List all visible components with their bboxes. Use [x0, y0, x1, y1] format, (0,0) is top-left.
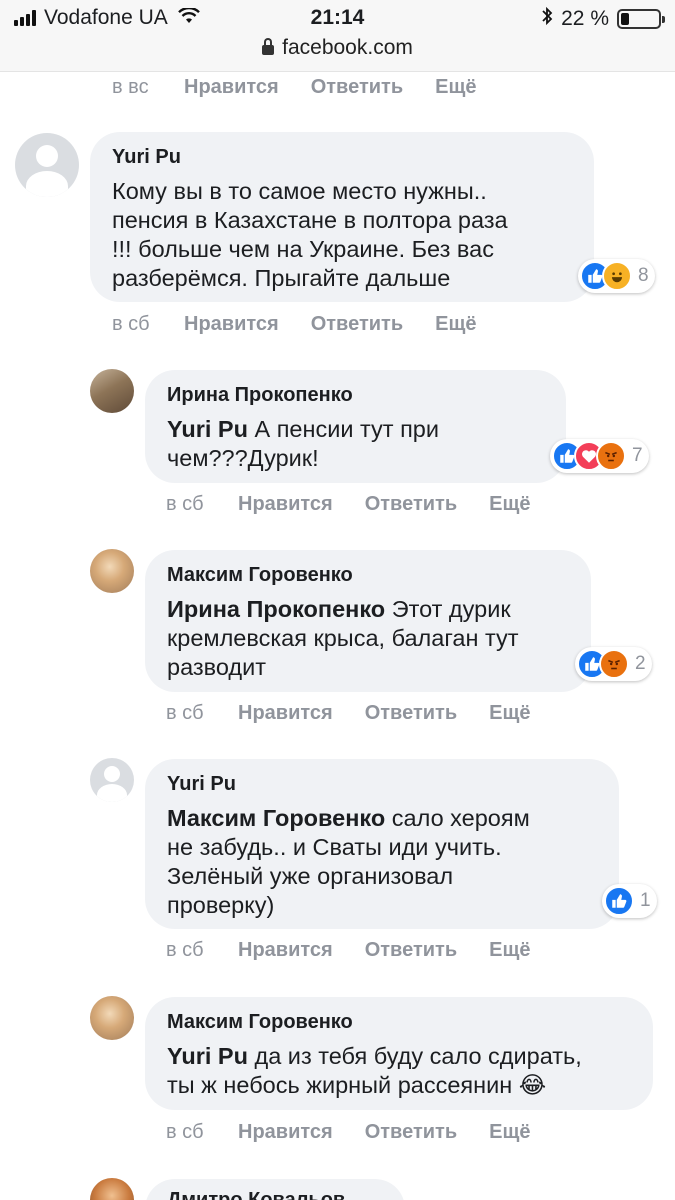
avatar[interactable]: [90, 1178, 134, 1200]
comment-bubble: Ирина Прокопенко Yuri Pu А пенсии тут пр…: [145, 370, 566, 483]
reply-link[interactable]: Ответить: [365, 1121, 457, 1144]
more-link[interactable]: Ещё: [435, 313, 476, 336]
url-text: facebook.com: [282, 36, 413, 59]
like-link[interactable]: Нравится: [238, 1121, 333, 1144]
comment-bubble: Yuri Pu Кому вы в то самое место нужны..…: [90, 132, 594, 302]
avatar[interactable]: [90, 369, 134, 413]
status-icons: 22 %: [541, 6, 665, 32]
like-link[interactable]: Нравится: [184, 313, 279, 336]
comment-actions: в сб Нравится Ответить Ещё: [166, 1121, 562, 1144]
comment-text: Кому вы в то самое место нужны.. пенсия …: [112, 178, 508, 291]
reaction-summary[interactable]: 1: [602, 884, 657, 918]
more-link[interactable]: Ещё: [489, 702, 530, 725]
more-link[interactable]: Ещё: [489, 939, 530, 962]
browser-status-bar: Vodafone UA 21:14 22 % facebook.com: [0, 0, 675, 72]
comment-text: Yuri Pu да из тебя буду сало сдирать, ты…: [167, 1043, 582, 1098]
comment-actions: в сб Нравится Ответить Ещё: [166, 939, 562, 962]
comment-text: Максим Горовенко сало хероям не забудь..…: [167, 805, 530, 918]
like-link[interactable]: Нравится: [238, 702, 333, 725]
reaction-summary[interactable]: 8: [578, 259, 655, 293]
reply-link[interactable]: Ответить: [311, 76, 403, 99]
battery-icon: [617, 9, 665, 29]
battery-percent: 22 %: [561, 7, 609, 30]
comment-time: в сб: [112, 313, 150, 335]
mention-link[interactable]: Ирина Прокопенко: [167, 596, 385, 622]
comment-author[interactable]: Максим Горовенко: [167, 1011, 631, 1034]
avatar[interactable]: [15, 133, 79, 197]
address-bar[interactable]: facebook.com: [0, 36, 675, 60]
comment-time: в сб: [166, 1121, 204, 1143]
more-link[interactable]: Ещё: [435, 76, 476, 99]
comment-text: Yuri Pu А пенсии тут при чем???Дурик!: [167, 416, 440, 471]
comment-text: Ирина Прокопенко Этот дурик кремлевская …: [167, 596, 519, 680]
reaction-count: 2: [635, 653, 646, 674]
mention-link[interactable]: Yuri Pu: [167, 1043, 248, 1069]
haha-reaction-icon: [602, 261, 632, 291]
bluetooth-icon: [541, 6, 553, 32]
reaction-count: 1: [640, 890, 651, 911]
comment-actions: в вс Нравится Ответить Ещё: [112, 76, 508, 99]
comment-actions: в сб Нравится Ответить Ещё: [166, 493, 562, 516]
comment-time: в сб: [166, 702, 204, 724]
comment-bubble: Максим Горовенко Yuri Pu да из тебя буду…: [145, 997, 653, 1110]
comment-actions: в сб Нравится Ответить Ещё: [166, 702, 562, 725]
lock-icon: [262, 38, 275, 55]
reaction-count: 7: [632, 445, 643, 466]
reaction-summary[interactable]: 2: [575, 647, 652, 681]
comment-time: в сб: [166, 939, 204, 961]
reply-link[interactable]: Ответить: [365, 702, 457, 725]
like-link[interactable]: Нравится: [238, 939, 333, 962]
more-link[interactable]: Ещё: [489, 493, 530, 516]
comment-time: в вс: [112, 76, 149, 98]
like-link[interactable]: Нравится: [238, 493, 333, 516]
comment-author[interactable]: Максим Горовенко: [167, 564, 569, 587]
comment-author[interactable]: Дмитро Ковальов: [167, 1189, 383, 1200]
mention-link[interactable]: Максим Горовенко: [167, 805, 385, 831]
mention-link[interactable]: Yuri Pu: [167, 416, 248, 442]
avatar[interactable]: [90, 758, 134, 802]
angry-reaction-icon: [599, 649, 629, 679]
comment-author[interactable]: Ирина Прокопенко: [167, 384, 544, 407]
reply-link[interactable]: Ответить: [365, 939, 457, 962]
avatar[interactable]: [90, 996, 134, 1040]
like-link[interactable]: Нравится: [184, 76, 279, 99]
more-link[interactable]: Ещё: [489, 1121, 530, 1144]
comment-bubble: Дмитро Ковальов: [145, 1179, 405, 1200]
comment-time: в сб: [166, 493, 204, 515]
like-reaction-icon: [604, 886, 634, 916]
comment-author[interactable]: Yuri Pu: [112, 146, 572, 169]
reaction-summary[interactable]: 7: [550, 439, 649, 473]
reply-link[interactable]: Ответить: [311, 313, 403, 336]
comment-author[interactable]: Yuri Pu: [167, 773, 597, 796]
comment-bubble: Yuri Pu Максим Горовенко сало хероям не …: [145, 759, 619, 929]
angry-reaction-icon: [596, 441, 626, 471]
avatar[interactable]: [90, 549, 134, 593]
comment-actions: в сб Нравится Ответить Ещё: [112, 313, 508, 336]
comment-bubble: Максим Горовенко Ирина Прокопенко Этот д…: [145, 550, 591, 692]
reaction-count: 8: [638, 265, 649, 286]
reply-link[interactable]: Ответить: [365, 493, 457, 516]
